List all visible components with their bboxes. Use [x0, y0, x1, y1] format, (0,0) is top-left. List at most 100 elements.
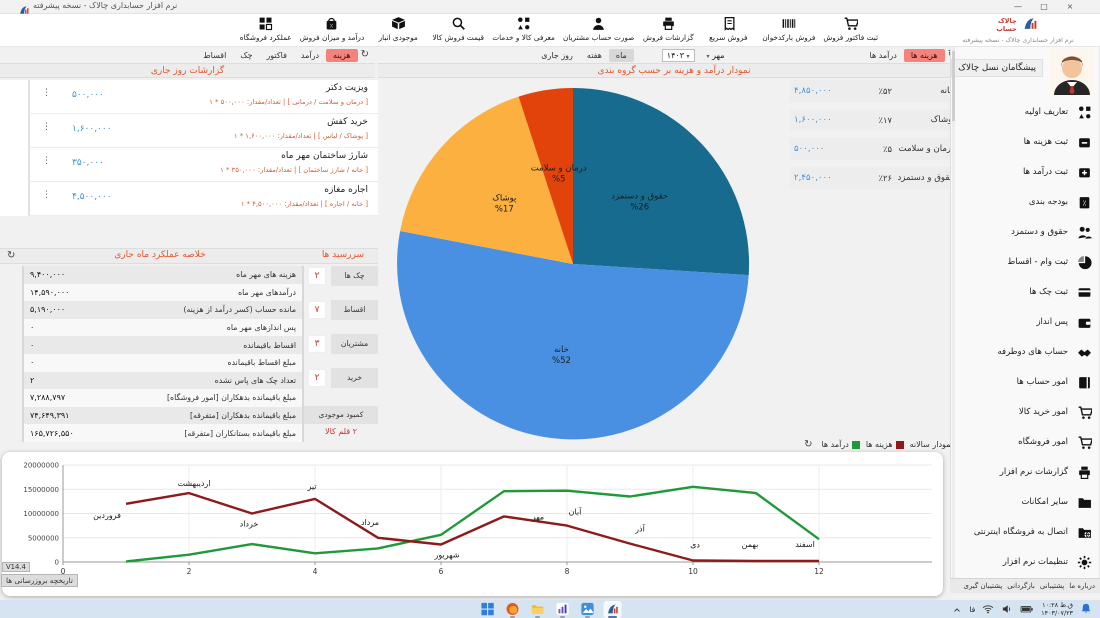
toolbar-customer-statement-button[interactable]: صورت حساب مشتریان — [559, 16, 638, 42]
sidebar-item-payroll[interactable]: حقوق و دستمزد — [951, 217, 1100, 247]
status-link[interactable]: پشتیبانی — [1040, 582, 1064, 590]
wifi-icon[interactable] — [982, 600, 994, 618]
report-row[interactable]: شارژ ساختمان مهر ماه [ خانه / شارژ ساختم… — [28, 148, 378, 182]
sidebar-item-register-checks[interactable]: ثبت چک ها — [951, 277, 1100, 307]
taskbar-explorer-icon[interactable] — [529, 601, 547, 618]
summary-row: مبلغ اقساط باقیمانده ۰ — [24, 354, 302, 372]
chevron-up-icon[interactable] — [952, 600, 962, 618]
update-history-button[interactable]: تاریخچه بروزرسانی ها — [1, 574, 78, 587]
maximize-button[interactable]: □ — [1031, 0, 1057, 13]
status-link[interactable]: پشتیبان گیری — [963, 582, 1002, 590]
taskbar-chart-app-icon[interactable] — [554, 601, 572, 618]
language-indicator[interactable]: فا — [969, 605, 975, 614]
tab-report-invoice[interactable]: فاکتور — [259, 49, 293, 62]
toolbar-sale-reports-button[interactable]: گزارشات فروش — [638, 16, 698, 42]
row-menu-icon[interactable]: ⋮ — [42, 191, 51, 200]
sidebar-item-register-expenses[interactable]: ثبت هزینه ها — [951, 127, 1100, 157]
taskbar-photos-icon[interactable] — [579, 601, 597, 618]
clock[interactable]: ۱۰:۲۸ ق.ظ۱۴۰۳/۰۷/۲۳ — [1041, 601, 1073, 617]
sidebar-item-savings[interactable]: پس انداز — [951, 307, 1100, 337]
taskbar-chalak-icon[interactable] — [604, 601, 622, 618]
battery-icon[interactable] — [1020, 600, 1034, 618]
due-label[interactable]: خرید — [331, 368, 378, 388]
tab-expenses[interactable]: هزینه ها — [904, 49, 945, 62]
sidebar-item-initial-definitions[interactable]: تعاریف اولیه — [951, 97, 1100, 127]
report-row[interactable]: خرید کفش [ پوشاک / لباس ] | تعداد/مقدار:… — [28, 114, 378, 148]
sidebar-item-software-reports[interactable]: گزارشات نرم افزار — [951, 457, 1100, 487]
due-label[interactable]: چک ها — [331, 266, 378, 286]
refresh-icon[interactable]: ↻ — [801, 439, 815, 451]
brand-name: چالاکحساب — [996, 18, 1016, 33]
sidebar-item-label: حقوق و دستمزد — [1011, 227, 1068, 237]
sidebar-item-purchase-affairs[interactable]: امور خرید کالا — [951, 397, 1100, 427]
tab-period-month[interactable]: ماه — [609, 49, 634, 62]
pie-table-row[interactable]: خانه ٪۵۲ ۴,۸۵۰,۰۰۰ — [790, 80, 962, 102]
sidebar-item-loans-installments[interactable]: ثبت وام - اقساط — [951, 247, 1100, 277]
notification-bell-icon[interactable] — [1080, 600, 1092, 618]
stock-shortage-label[interactable]: کمبود موجودی — [304, 406, 378, 424]
status-link[interactable]: بازگردانی — [1007, 582, 1035, 590]
tab-incomes[interactable]: درآمد ها — [863, 49, 904, 62]
toolbar-sale-price-button[interactable]: قیمت فروش کالا — [428, 16, 488, 42]
due-item-installments[interactable]: اقساط ۷ — [306, 300, 378, 320]
close-button[interactable]: × — [1057, 0, 1083, 13]
report-row[interactable]: ویزیت دکتر [ درمان و سلامت / درمانی ] | … — [28, 80, 378, 114]
legend-incomes[interactable]: درآمد ها — [821, 440, 859, 449]
tab-period-today[interactable]: روز جاری — [534, 49, 580, 62]
sidebar-item-store-affairs[interactable]: امور فروشگاه — [951, 427, 1100, 457]
tab-report-installment[interactable]: اقساط — [196, 49, 233, 62]
user-name-label[interactable]: پیشگامان نسل چالاک — [951, 59, 1043, 77]
legend-expenses[interactable]: هزینه ها — [866, 440, 904, 449]
sidebar-item-label: تعاریف اولیه — [1025, 107, 1068, 117]
sidebar-item-budgeting[interactable]: ٪ بودجه بندی — [951, 187, 1100, 217]
taskbar-start-icon[interactable] — [479, 601, 497, 618]
toolbar-barcode-sale-button[interactable]: فروش بارکدخوان — [758, 16, 819, 42]
svg-text:4: 4 — [313, 567, 318, 576]
toolbar-label: گزارشات فروش — [642, 33, 694, 42]
toolbar-inventory-button[interactable]: موجودی انبار — [368, 16, 428, 42]
tab-report-expense[interactable]: هزینه — [326, 49, 358, 62]
pie-table-row[interactable]: پوشاک ٪۱۷ ۱,۶۰۰,۰۰۰ — [790, 109, 962, 131]
month-select[interactable]: مهر ▾ — [707, 51, 725, 60]
sidebar-item-software-settings[interactable]: تنظیمات نرم افزار — [951, 547, 1100, 577]
sidebar-item-label: ثبت وام - اقساط — [1007, 257, 1068, 267]
refresh-icon[interactable]: ↻ — [358, 49, 372, 61]
status-link[interactable]: درباره ما — [1069, 582, 1095, 590]
pie-table-row[interactable]: درمان و سلامت ٪۵ ۵۰۰,۰۰۰ — [790, 138, 962, 160]
toolbar-define-goods-button[interactable]: معرفی کالا و خدمات — [488, 16, 559, 42]
row-menu-icon[interactable]: ⋮ — [42, 89, 51, 98]
sidebar-item-two-way-accounts[interactable]: حساب های دوطرفه — [951, 337, 1100, 367]
pie-slice[interactable] — [573, 88, 749, 275]
due-label[interactable]: مشتریان — [331, 334, 378, 354]
tab-period-week[interactable]: هفته — [580, 49, 609, 62]
avatar[interactable] — [1050, 49, 1094, 95]
year-select[interactable]: ▾ ۱۴۰۳ — [662, 49, 695, 62]
due-item-checks[interactable]: چک ها ۲ — [306, 266, 378, 286]
taskbar-firefox-icon[interactable] — [504, 601, 522, 618]
sidebar-item-other-features[interactable]: سایر امکانات — [951, 487, 1100, 517]
category-amount: ۵۰۰,۰۰۰ — [790, 144, 852, 154]
summary-value: ۰ — [30, 358, 34, 367]
toolbar-income-sales-button[interactable]: ٪ درآمد و میزان فروش — [296, 16, 369, 42]
stock-shortage-value[interactable]: ۲ قلم کالا — [304, 427, 378, 436]
summary-value: ۷۴,۶۴۹,۳۹۱ — [30, 411, 69, 420]
row-menu-icon[interactable]: ⋮ — [42, 123, 51, 132]
tab-report-check[interactable]: چک — [233, 49, 259, 62]
toolbar-quick-sale-button[interactable]: فروش سریع — [698, 16, 758, 42]
minimize-button[interactable]: — — [1005, 0, 1031, 13]
sidebar-item-register-incomes[interactable]: ثبت درآمد ها — [951, 157, 1100, 187]
sidebar-scrollbar[interactable] — [952, 47, 955, 578]
due-item-customers[interactable]: مشتریان ۳ — [306, 334, 378, 354]
toolbar-store-performance-button[interactable]: عملکرد فروشگاه — [236, 16, 296, 42]
volume-icon[interactable] — [1001, 600, 1013, 618]
toolbar-sale-invoice-button[interactable]: ثبت فاکتور فروش — [819, 16, 882, 42]
pie-table-row[interactable]: حقوق و دستمزد ٪۲۶ ۲,۴۵۰,۰۰۰ — [790, 167, 962, 189]
report-row[interactable]: اجاره مغازه [ خانه / اجاره ] | تعداد/مقد… — [28, 182, 378, 216]
due-item-purchases[interactable]: خرید ۲ — [306, 368, 378, 388]
sidebar-item-account-affairs[interactable]: امور حساب ها — [951, 367, 1100, 397]
sidebar-item-online-store-connection[interactable]: اتصال به فروشگاه اینترنتی — [951, 517, 1100, 547]
refresh-icon[interactable]: ↻ — [4, 250, 18, 262]
row-menu-icon[interactable]: ⋮ — [42, 157, 51, 166]
due-label[interactable]: اقساط — [331, 300, 378, 320]
tab-report-income[interactable]: درآمد — [294, 49, 326, 62]
